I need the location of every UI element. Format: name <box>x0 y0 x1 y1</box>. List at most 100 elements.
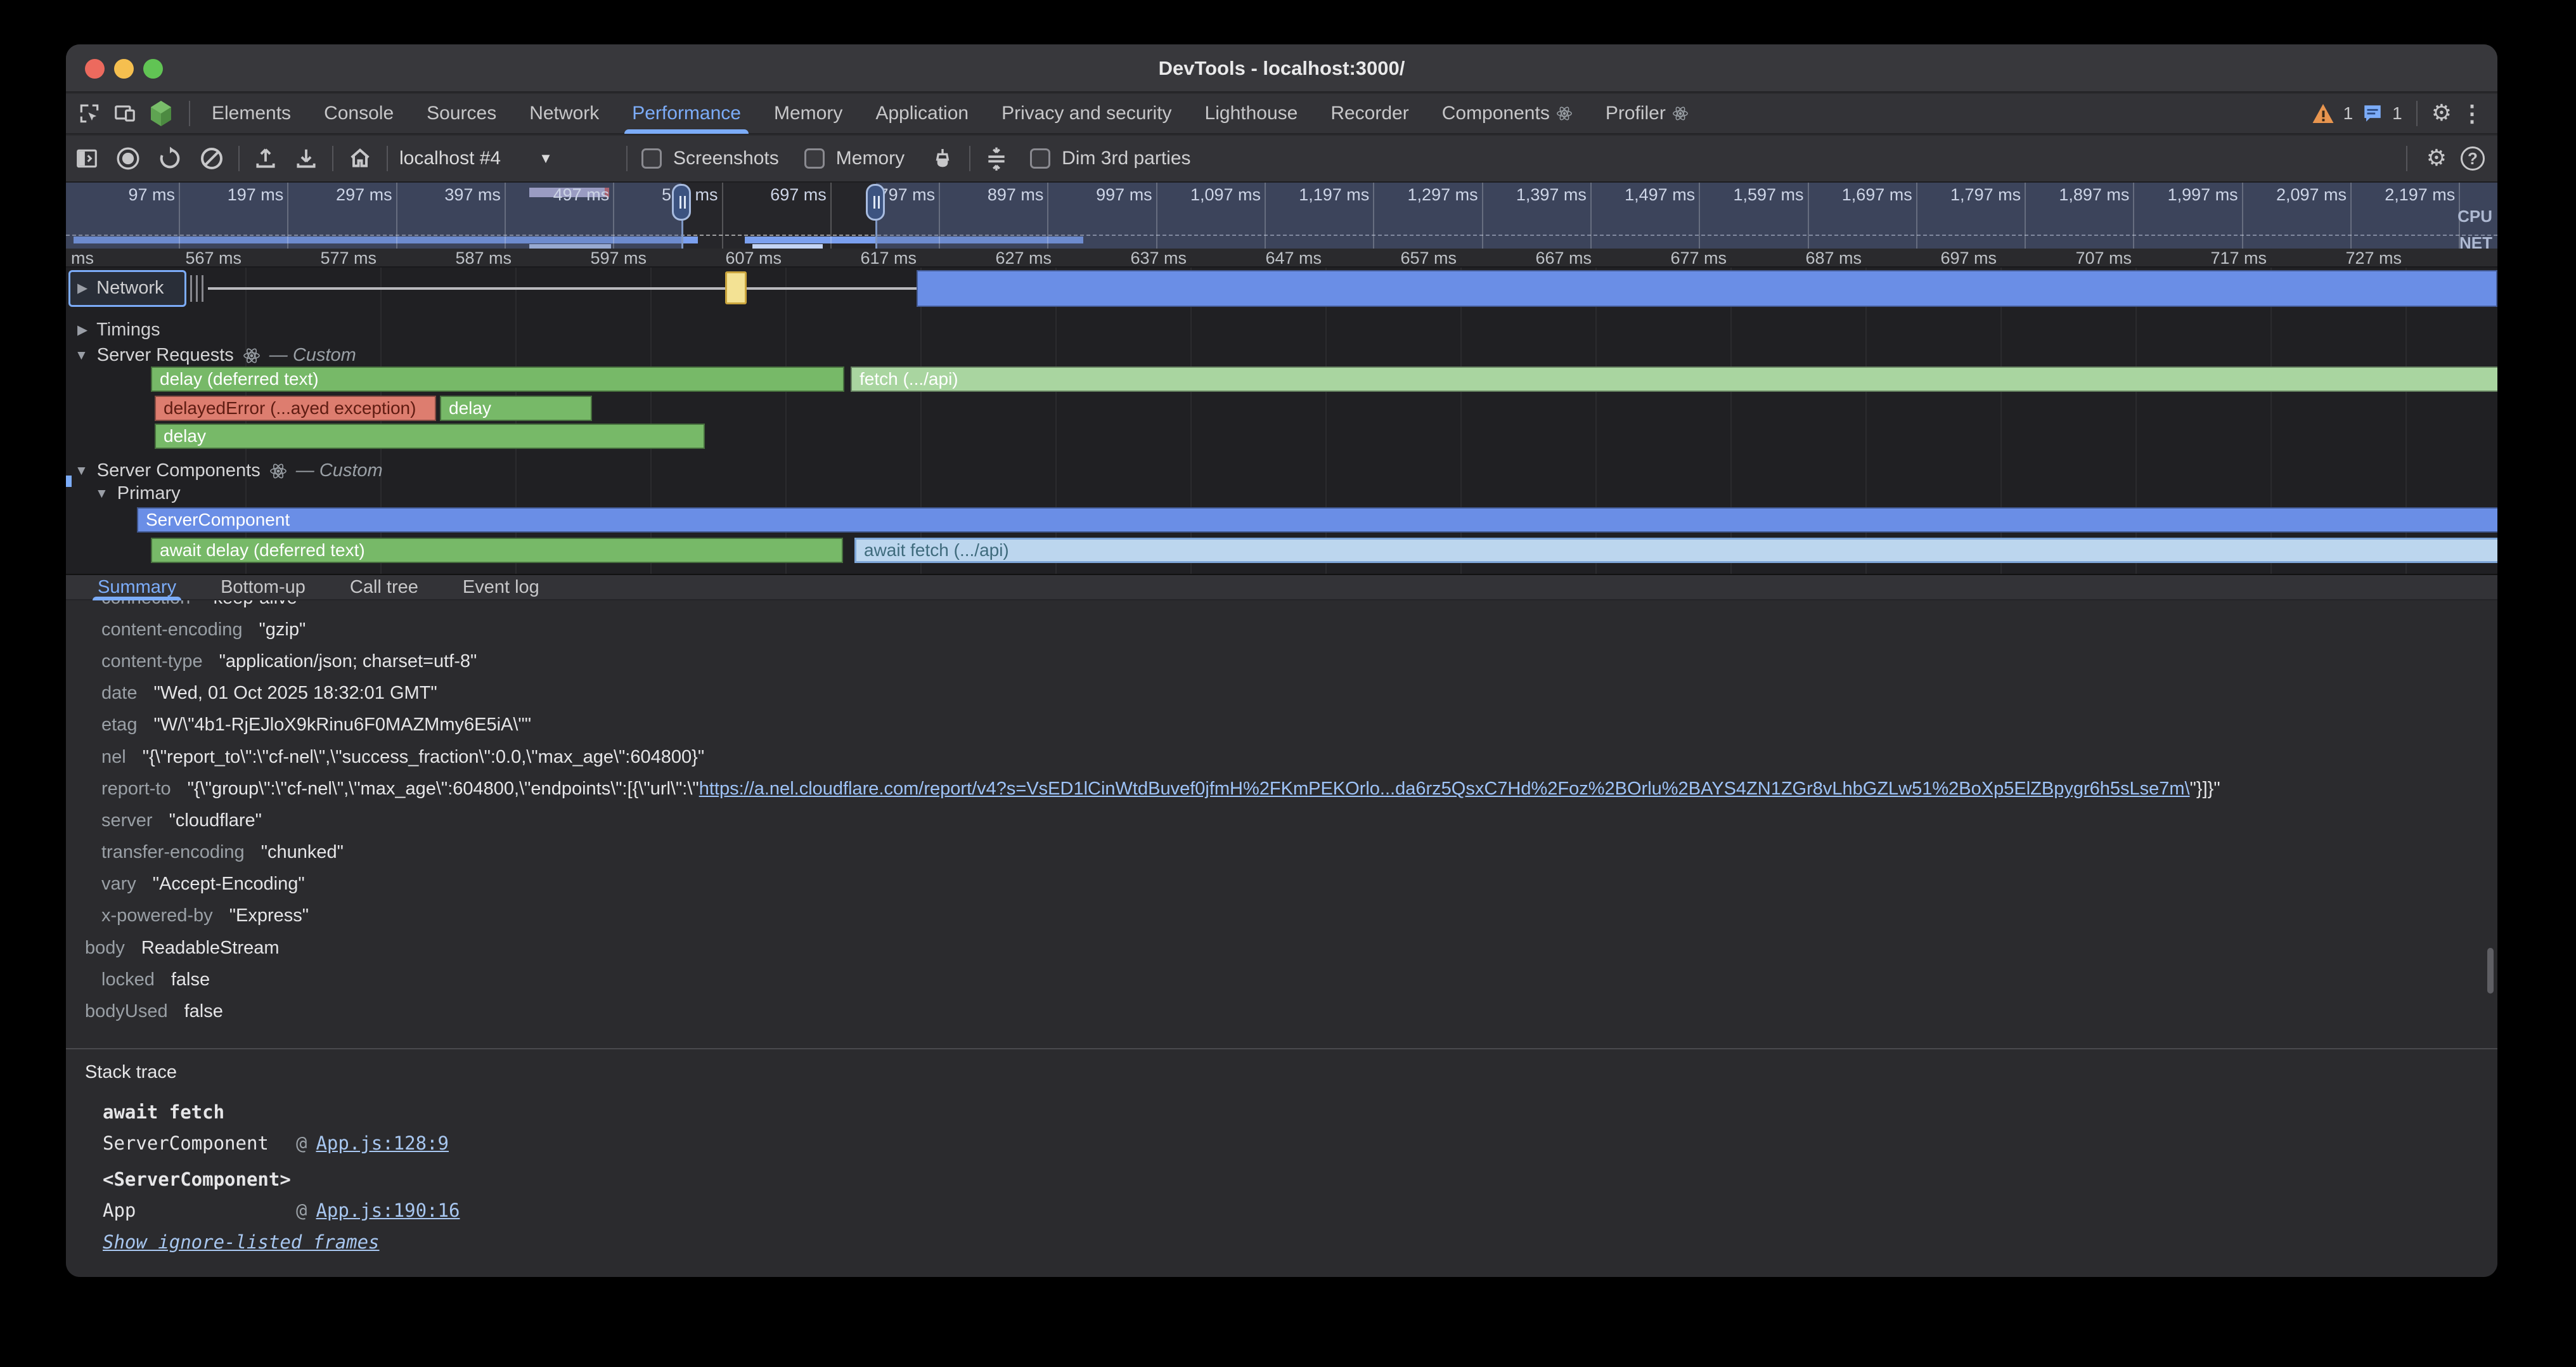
save-profile-icon[interactable] <box>294 146 318 171</box>
flame-bar-label: await delay (deferred text) <box>160 540 365 560</box>
ruler-tick-label: 627 ms <box>944 249 1052 268</box>
network-request-bar[interactable] <box>917 270 2497 307</box>
selection-handle-left[interactable] <box>672 184 691 221</box>
screenshots-checkbox[interactable]: Screenshots <box>641 148 779 169</box>
gem-icon[interactable] <box>148 100 174 127</box>
selection-handle-right[interactable] <box>866 184 885 221</box>
overview-tick-label: 1,597 ms <box>1703 185 1804 205</box>
devtools-window: DevTools - localhost:3000/ ElementsConso… <box>66 44 2497 1277</box>
collapse-arrow-icon[interactable]: ▼ <box>75 348 88 363</box>
detail-key: transfer-encoding <box>101 842 245 863</box>
detail-value-part-link[interactable]: https://a.nel.cloudflare.com/report/v4?s… <box>699 779 2190 799</box>
flame-bar-label: await fetch (.../api) <box>864 540 1009 560</box>
tab-recorder[interactable]: Recorder <box>1314 93 1425 134</box>
flame-bar[interactable]: delay <box>155 424 705 449</box>
memory-checkbox[interactable]: Memory <box>804 148 905 169</box>
issues-message-icon[interactable] <box>2362 103 2383 124</box>
timeline-ruler[interactable]: ms567 ms577 ms587 ms597 ms607 ms617 ms62… <box>66 249 2497 268</box>
tab-profiler[interactable]: Profiler <box>1589 93 1705 134</box>
tab-components[interactable]: Components <box>1426 93 1589 134</box>
network-request-block[interactable] <box>725 271 747 304</box>
summary-tab-bottom-up[interactable]: Bottom-up <box>218 574 308 600</box>
tab-memory[interactable]: Memory <box>757 93 859 134</box>
tab-lighthouse[interactable]: Lighthouse <box>1188 93 1315 134</box>
device-toolbar-icon[interactable] <box>113 101 137 126</box>
flame-chart-area[interactable]: ▶ Network ▶ Timings ▼ Server Requests — … <box>66 268 2497 574</box>
overview-gridline <box>1808 183 1809 249</box>
ruler-tick-label: 697 ms <box>1889 249 1997 268</box>
separator <box>2416 101 2418 126</box>
record-icon[interactable] <box>115 146 141 171</box>
tab-console[interactable]: Console <box>307 93 410 134</box>
overview-gridline <box>1047 183 1048 249</box>
server-components-group-primary[interactable]: ▼ Primary <box>95 483 181 504</box>
ruler-tick-label: 617 ms <box>809 249 917 268</box>
checkbox-box[interactable] <box>641 148 662 169</box>
toggle-sidebar-icon[interactable] <box>75 146 99 171</box>
flame-bar[interactable]: ServerComponent <box>137 507 2497 533</box>
detail-value: ReadableStream <box>141 938 280 959</box>
home-icon[interactable] <box>347 146 373 171</box>
overview-gridline <box>1373 183 1374 249</box>
performance-toolbar: localhost #4 ▼ Screenshots Memory Dim 3r… <box>66 136 2497 183</box>
show-ignore-listed-frames-link[interactable]: Show ignore-listed frames <box>103 1231 380 1253</box>
track-network[interactable]: ▶ Network <box>77 278 164 299</box>
summary-tab-event-log[interactable]: Event log <box>460 574 542 600</box>
checkbox-box[interactable] <box>804 148 825 169</box>
collapse-arrow-icon[interactable]: ▼ <box>95 486 108 502</box>
collapse-arrow-icon[interactable]: ▼ <box>75 463 88 479</box>
bottom-pane-tab-bar: Summary Bottom-up Call tree Event log <box>66 574 2497 600</box>
overview-tick-label: 2,097 ms <box>2245 185 2347 205</box>
frame-source-link[interactable]: App.js:190:16 <box>316 1200 460 1221</box>
tab-network[interactable]: Network <box>513 93 615 134</box>
garbage-collect-icon[interactable] <box>930 145 955 172</box>
tab-privacy-and-security[interactable]: Privacy and security <box>985 93 1188 134</box>
flame-bar[interactable]: await fetch (.../api) <box>854 538 2497 563</box>
tab-performance[interactable]: Performance <box>615 93 757 134</box>
frame-function-name: App <box>103 1200 296 1221</box>
timeline-overview[interactable]: 97 ms197 ms297 ms397 ms497 ms597 ms697 m… <box>66 183 2497 249</box>
warning-icon[interactable] <box>2312 103 2334 124</box>
reload-record-icon[interactable] <box>157 146 183 171</box>
frame-source-link[interactable]: App.js:128:9 <box>316 1132 449 1154</box>
flame-bar[interactable]: await delay (deferred text) <box>151 538 843 563</box>
tab-application[interactable]: Application <box>859 93 985 134</box>
history-select[interactable]: localhost #4 ▼ <box>393 144 621 173</box>
load-profile-icon[interactable] <box>254 146 278 171</box>
flame-bar-label: delay <box>449 398 491 418</box>
collapse-sections-icon[interactable] <box>984 145 1008 172</box>
kebab-menu-icon[interactable]: ⋮ <box>2461 102 2483 125</box>
capture-settings-gear-icon[interactable]: ⚙ <box>2426 147 2447 170</box>
flame-bar[interactable]: delay (deferred text) <box>151 366 844 392</box>
expand-arrow-icon[interactable]: ▶ <box>77 280 87 296</box>
checkbox-box[interactable] <box>1030 148 1050 169</box>
inspect-element-icon[interactable] <box>77 101 101 126</box>
help-icon[interactable]: ? <box>2461 146 2485 171</box>
track-timings[interactable]: ▶ Timings <box>77 320 160 340</box>
track-server-requests-header[interactable]: ▼ Server Requests — Custom <box>75 345 356 366</box>
summary-details-pane[interactable]: connection"keep-alive"content-encoding"g… <box>66 600 2497 1277</box>
warning-count: 1 <box>2343 103 2354 124</box>
expand-arrow-icon[interactable]: ▶ <box>77 322 87 338</box>
scrollbar-thumb[interactable] <box>2487 948 2494 994</box>
flame-bar[interactable]: delayedError (...ayed exception) <box>155 396 436 421</box>
ruler-tick-label: 597 ms <box>539 249 647 268</box>
overview-tick-label: 1,997 ms <box>2137 185 2238 205</box>
separator <box>189 101 190 126</box>
summary-tab-call-tree[interactable]: Call tree <box>347 574 421 600</box>
detail-key: x-powered-by <box>101 905 213 926</box>
track-server-components-header[interactable]: ▼ Server Components — Custom <box>75 460 383 481</box>
dim-3rd-parties-checkbox[interactable]: Dim 3rd parties <box>1030 148 1190 169</box>
track-drag-handle[interactable] <box>190 275 207 302</box>
settings-gear-icon[interactable]: ⚙ <box>2431 102 2452 125</box>
tab-label: Privacy and security <box>1001 103 1171 124</box>
summary-tab-summary[interactable]: Summary <box>95 574 179 600</box>
flame-bar[interactable]: fetch (.../api) <box>851 366 2497 392</box>
left-toolbar-icons <box>66 100 184 127</box>
clear-icon[interactable] <box>199 146 224 171</box>
tab-elements[interactable]: Elements <box>195 93 307 134</box>
tab-label: Recorder <box>1330 103 1408 124</box>
flame-bar[interactable]: delay <box>440 396 592 421</box>
devtools-tab-bar: ElementsConsoleSourcesNetworkPerformance… <box>66 94 2497 134</box>
tab-sources[interactable]: Sources <box>410 93 513 134</box>
